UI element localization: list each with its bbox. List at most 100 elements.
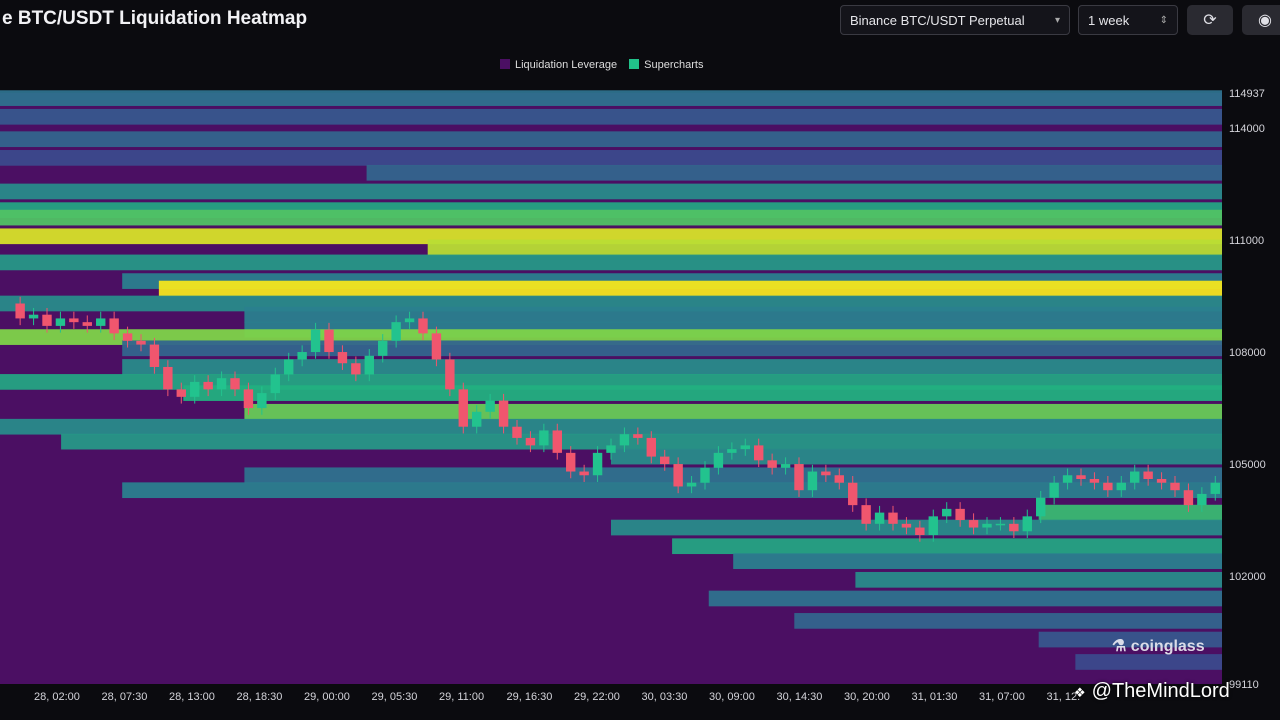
candle-body	[848, 482, 858, 506]
x-tick-label: 31, 07:00	[979, 691, 1025, 703]
diamond-logo-icon: ❖	[1074, 685, 1086, 700]
coinglass-logo: ⚗ coinglass	[1112, 636, 1205, 656]
liquidation-band	[122, 340, 1223, 357]
candle-body	[1103, 482, 1113, 491]
candle-body	[633, 434, 643, 438]
candle-body	[754, 445, 764, 461]
candle-body	[1022, 516, 1032, 532]
candle-body	[673, 464, 683, 487]
candle-body	[592, 452, 603, 476]
candle-body	[431, 333, 442, 360]
liquidation-band	[672, 538, 1222, 555]
candle-body	[1130, 471, 1140, 483]
candle-body	[713, 452, 724, 468]
candle-body	[310, 329, 321, 353]
liquidation-band	[794, 613, 1222, 629]
candle-body	[445, 359, 455, 390]
stepper-icon: ⇕	[1159, 14, 1168, 26]
candle-body	[968, 520, 979, 528]
candle-body	[391, 322, 401, 341]
candle-body	[606, 445, 616, 453]
legend-label: Supercharts	[644, 59, 704, 71]
candle-body	[740, 445, 750, 450]
refresh-button[interactable]: ⟳	[1187, 5, 1233, 35]
liquidation-band	[0, 254, 1222, 271]
candle-body	[982, 523, 992, 528]
legend-swatch	[500, 59, 510, 69]
candle-body	[418, 318, 428, 334]
candle-body	[257, 393, 267, 409]
x-tick-label: 28, 02:00	[34, 691, 80, 703]
x-tick-label: 29, 22:00	[574, 691, 620, 703]
x-tick-label: 28, 18:30	[237, 691, 283, 703]
candle-body	[995, 523, 1006, 526]
liquidation-band	[183, 385, 1222, 401]
candle-body	[1009, 523, 1019, 532]
liquidation-band	[0, 131, 1222, 148]
x-tick-label: 31, 01:30	[912, 691, 958, 703]
candle-body	[270, 374, 280, 394]
x-tick-label: 30, 09:00	[709, 691, 755, 703]
candle-body	[874, 512, 885, 524]
candle-body	[955, 508, 965, 521]
heatmap-chart: 114937 114000 111000 108000 105000 102000 9911…	[0, 88, 1266, 703]
liquidation-band	[1075, 654, 1222, 670]
liquidation-band	[855, 571, 1222, 588]
candle-body	[1036, 497, 1046, 517]
candle-body	[42, 314, 52, 326]
range-select[interactable]: 1 week ⇕	[1078, 5, 1178, 35]
candle-body	[1170, 482, 1180, 491]
candle-body	[243, 389, 254, 409]
legend-item-leverage[interactable]: Liquidation Leverage	[500, 59, 617, 71]
liquidation-band	[244, 467, 1222, 484]
chevron-down-icon: ▾	[1054, 14, 1060, 26]
liquidation-band	[708, 590, 1222, 607]
candle-body	[767, 460, 777, 468]
candle-body	[901, 523, 912, 528]
liquidation-band	[158, 280, 1223, 297]
candle-body	[297, 352, 307, 360]
screenshot-button[interactable]: ◉	[1242, 5, 1280, 35]
candle-body	[96, 318, 106, 326]
y-tick-label: 102000	[1229, 571, 1266, 583]
legend-swatch	[629, 59, 640, 69]
candle-body	[1197, 493, 1207, 506]
x-tick-label: 30, 14:30	[777, 691, 823, 703]
candle-body	[109, 318, 119, 334]
pair-select[interactable]: Binance BTC/USDT Perpetual ▾	[840, 5, 1070, 35]
y-tick-label: 111000	[1229, 235, 1264, 247]
watermark: ❖ @TheMindLord	[1074, 680, 1230, 703]
candle-body	[1076, 475, 1086, 479]
candle-body	[861, 505, 871, 524]
candle-body	[230, 378, 240, 390]
candle-body	[378, 340, 388, 356]
candle-body	[149, 344, 160, 367]
candle-body	[122, 333, 133, 341]
liquidation-band	[1038, 504, 1222, 521]
legend-label: Liquidation Leverage	[515, 59, 618, 71]
liquidation-band	[0, 150, 1222, 166]
x-tick-label: 30, 20:00	[844, 691, 890, 703]
candle-body	[1210, 482, 1220, 494]
liquidation-band	[0, 90, 1222, 106]
candle-body	[1049, 482, 1059, 498]
candle-body	[337, 352, 348, 364]
coinglass-label: coinglass	[1130, 638, 1205, 655]
candle-body	[686, 482, 697, 487]
candle-body	[351, 363, 361, 375]
liquidation-band	[0, 108, 1222, 125]
page-title: e BTC/USDT Liquidation Heatmap	[2, 8, 308, 29]
candle-body	[498, 400, 509, 427]
candle-body	[834, 475, 844, 483]
x-tick-label: 29, 16:30	[507, 691, 553, 703]
legend-item-supercharts[interactable]: Supercharts	[629, 59, 703, 71]
candle-body	[942, 508, 952, 517]
y-tick-label: 108000	[1229, 347, 1266, 359]
candle-body	[1143, 471, 1153, 479]
candle-body	[364, 355, 374, 375]
candle-body	[404, 318, 415, 323]
candle-body	[136, 340, 146, 345]
candle-body	[163, 366, 173, 390]
y-tick-label: 99110	[1229, 679, 1259, 691]
candle-body	[216, 378, 227, 390]
